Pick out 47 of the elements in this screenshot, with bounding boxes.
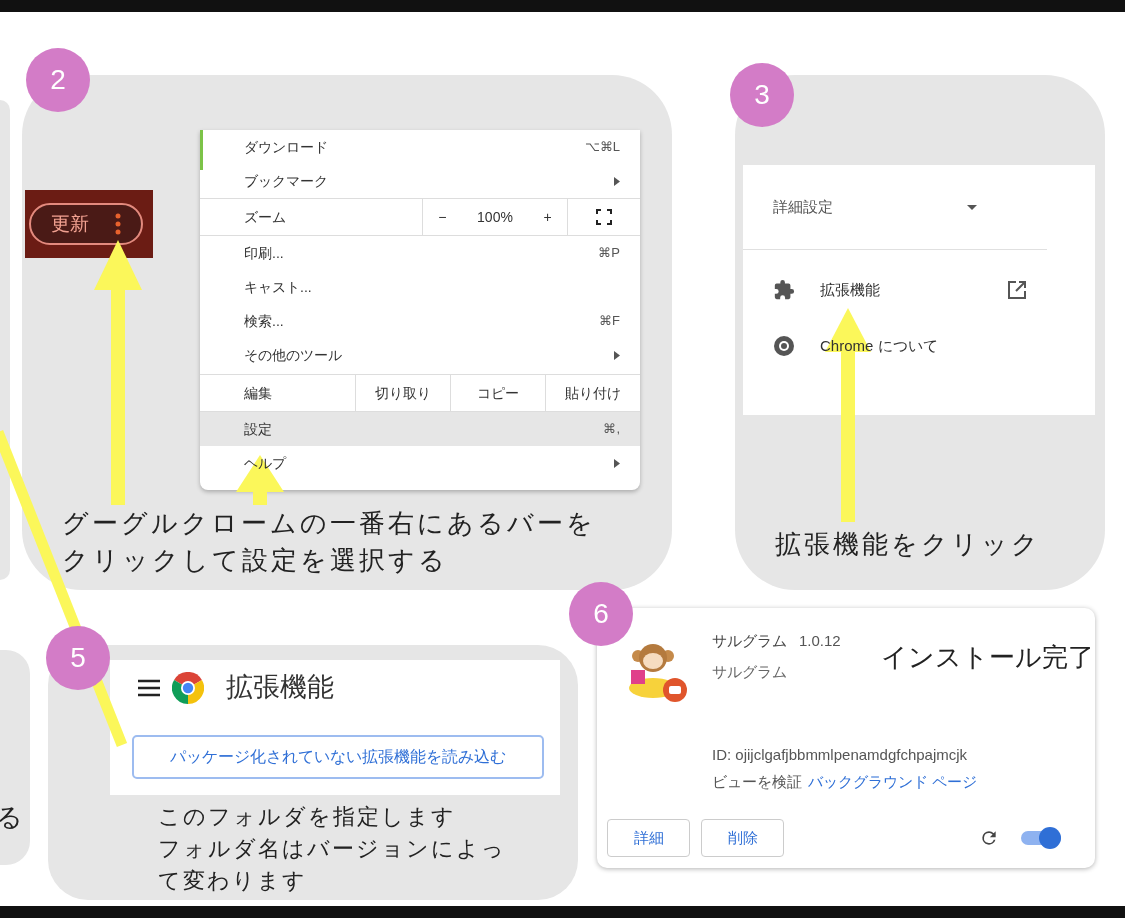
update-button[interactable]: 更新 xyxy=(29,203,143,245)
menu-item-label: 編集 xyxy=(243,383,273,403)
step-number-badge: 3 xyxy=(730,63,794,127)
zoom-level-text: 100% xyxy=(477,207,513,227)
edit-action-button[interactable]: 貼り付け xyxy=(545,375,640,411)
background-page-link[interactable]: バックグラウンド ページ xyxy=(808,770,978,793)
card-action-button[interactable]: 詳細 xyxy=(607,819,690,857)
zoom-in-button[interactable]: + xyxy=(543,206,552,228)
extension-description: サルグラム xyxy=(712,661,788,682)
menu-item[interactable]: その他のツール xyxy=(200,338,640,372)
step-number-badge: 5 xyxy=(46,626,110,690)
edit-action-button[interactable]: コピー xyxy=(450,375,545,411)
menu-item-label: ダウンロード xyxy=(244,137,328,157)
settings-item[interactable]: 詳細設定 xyxy=(773,195,833,219)
shortcut-text: ⌘P xyxy=(598,244,620,263)
menu-item-label: その他のツール xyxy=(244,345,342,365)
extension-id-text: ID: ojijclgafjbbmmlpenamdgfchpajmcjk xyxy=(712,745,969,765)
menu-item-label: ズーム xyxy=(243,207,287,227)
inspect-views-label: ビューを検証 xyxy=(712,771,802,792)
step-number-badge: 2 xyxy=(26,48,90,112)
menu-item[interactable]: 印刷... ⌘P xyxy=(200,236,640,270)
version-text: 1.0.12 xyxy=(799,631,841,651)
install-complete-text: インストール完了 xyxy=(880,641,1094,674)
menu-item[interactable]: ブックマーク xyxy=(200,164,640,198)
menu-item[interactable]: 設定 ⌘, xyxy=(200,412,640,446)
instruction-text: このフォルダを指定します フォルダ名はバージョンによっ て変わります xyxy=(158,803,507,895)
card-action-button[interactable]: 削除 xyxy=(701,819,784,857)
extension-name: サルグラム xyxy=(712,631,787,651)
shortcut-text: ⌘F xyxy=(599,312,620,331)
instruction-text: グーグルクロームの一番右にあるバーを クリックして設定を選択する xyxy=(62,507,597,577)
instruction-text: 拡張機能をクリック xyxy=(775,528,1042,561)
settings-item[interactable]: 拡張機能 xyxy=(820,278,1007,302)
shortcut-text: ⌥⌘L xyxy=(584,138,620,157)
menu-item-label: 設定 xyxy=(244,419,272,439)
edit-action-button[interactable]: 切り取り xyxy=(355,375,450,411)
menu-item[interactable]: 検索... ⌘F xyxy=(200,304,640,338)
zoom-out-button[interactable]: − xyxy=(438,206,447,228)
menu-item-label: ブックマーク xyxy=(244,171,328,191)
menu-item-label: キャスト... xyxy=(244,277,312,297)
menu-item[interactable]: ダウンロード ⌥⌘L xyxy=(200,130,640,164)
page-title: 拡張機能 xyxy=(226,671,334,705)
menu-item-label: 印刷... xyxy=(244,243,284,263)
menu-item-label: 検索... xyxy=(244,311,284,331)
step-number-badge: 6 xyxy=(569,582,633,646)
menu-item[interactable]: キャスト... xyxy=(200,270,640,304)
load-unpacked-button[interactable]: パッケージ化されていない拡張機能を読み込む xyxy=(132,735,544,779)
shortcut-text: ⌘, xyxy=(603,420,620,439)
